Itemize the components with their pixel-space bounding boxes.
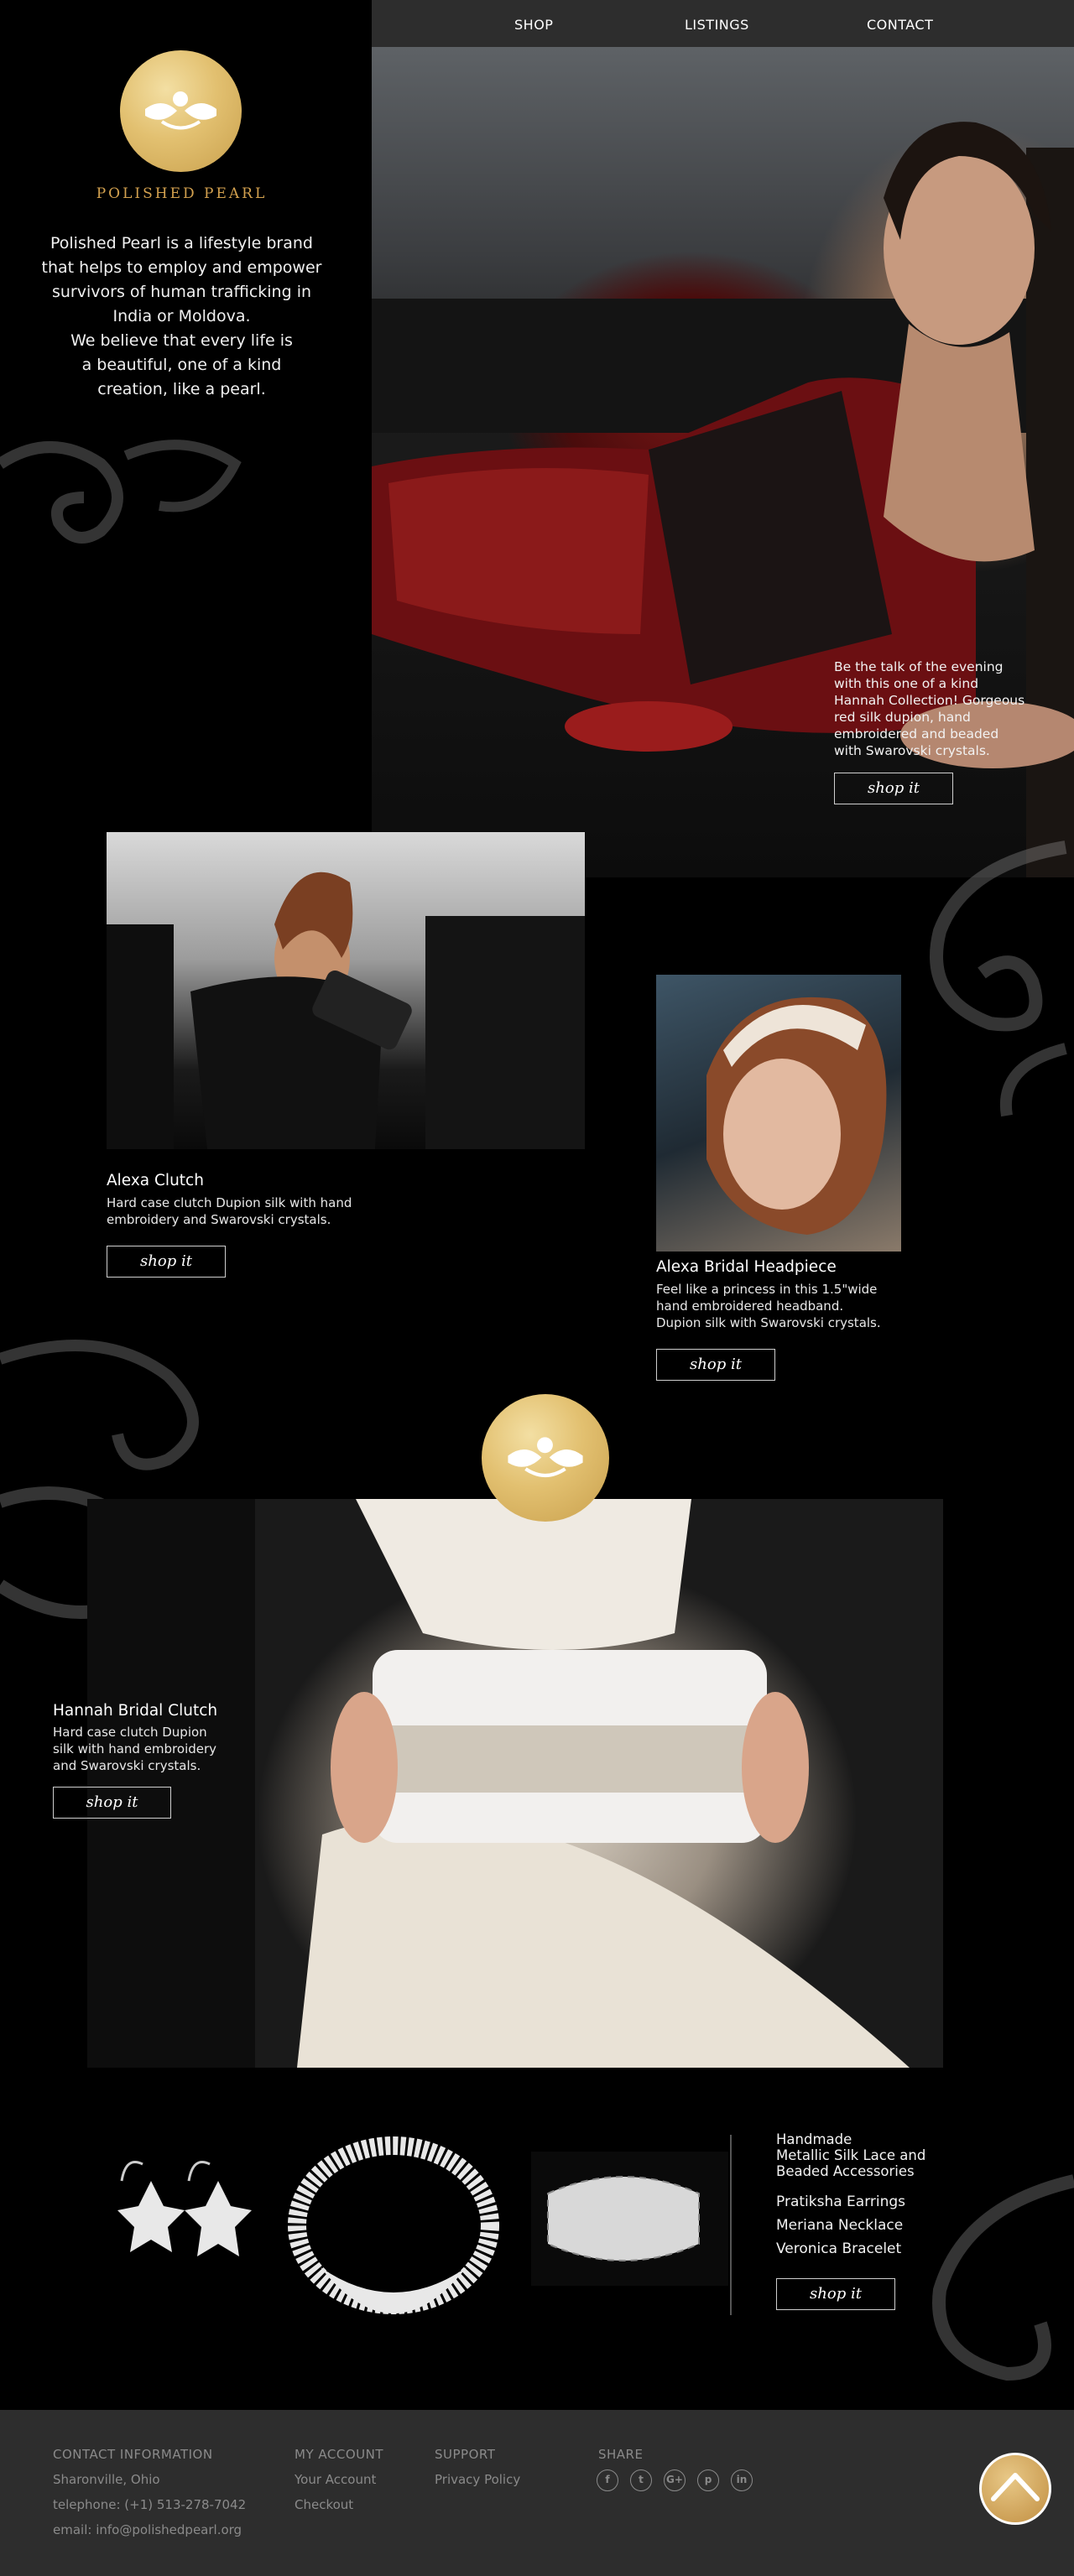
facebook-icon[interactable]: f: [597, 2469, 618, 2491]
hero-text-line: red silk dupion, hand: [834, 710, 971, 725]
hero-image: Be the talk of the evening with this one…: [372, 47, 1074, 877]
alexa-clutch-photo: [107, 832, 585, 1149]
mission-line: India or Moldova.: [112, 307, 251, 325]
checkout-link[interactable]: Checkout: [295, 2497, 353, 2512]
alexa-headpiece-title: Alexa Bridal Headpiece: [656, 1258, 837, 1276]
accessories-shop-button[interactable]: shop it: [776, 2278, 895, 2310]
pearl-logo-icon-center: [482, 1394, 609, 1522]
contact-location: Sharonville, Ohio: [53, 2472, 160, 2487]
brand-panel: POLISHED PEARL Polished Pearl is a lifes…: [0, 0, 372, 430]
alexa-headpiece-shop-button[interactable]: shop it: [656, 1349, 775, 1381]
brand-name: POLISHED PEARL: [96, 185, 268, 202]
desc-line: Hard case clutch Dupion: [53, 1725, 207, 1740]
accessory-link[interactable]: Pratiksha Earrings: [776, 2190, 905, 2214]
pearl-logo-icon[interactable]: [120, 50, 242, 172]
linkedin-icon[interactable]: in: [731, 2469, 753, 2491]
alexa-headpiece-photo: [656, 975, 901, 1252]
hero-shop-button[interactable]: shop it: [834, 773, 953, 804]
accessory-link[interactable]: Veronica Bracelet: [776, 2237, 905, 2261]
accessory-link[interactable]: Meriana Necklace: [776, 2214, 905, 2237]
google-plus-icon[interactable]: G+: [664, 2469, 686, 2491]
social-icons: f t G+ p in: [597, 2469, 764, 2491]
desc-line: Hard case clutch Dupion silk with hand: [107, 1195, 352, 1210]
your-account-link[interactable]: Your Account: [295, 2472, 376, 2487]
account-heading: MY ACCOUNT: [295, 2447, 383, 2462]
share-heading: SHARE: [598, 2447, 644, 2462]
heading-line: Beaded Accessories: [776, 2163, 915, 2179]
mission-line: creation, like a pearl.: [97, 380, 266, 398]
meriana-necklace-image: [288, 2136, 499, 2314]
alexa-clutch-description: Hard case clutch Dupion silk with hand e…: [107, 1194, 352, 1228]
veronica-bracelet-image: [531, 2152, 728, 2286]
mission-line: that helps to employ and empower: [41, 258, 322, 277]
divider: [730, 2135, 732, 2315]
top-nav: SHOP LISTINGS CONTACT: [372, 0, 1074, 47]
hero-text-line: Hannah Collection! Gorgeous: [834, 693, 1025, 708]
desc-line: and Swarovski crystals.: [53, 1758, 201, 1773]
accessories-heading: Handmade Metallic Silk Lace and Beaded A…: [776, 2131, 925, 2179]
hannah-clutch-shop-button[interactable]: shop it: [53, 1787, 171, 1819]
hannah-clutch-title: Hannah Bridal Clutch: [53, 1702, 218, 1720]
back-to-top-button[interactable]: [979, 2453, 1051, 2525]
hannah-clutch-photo: [87, 1499, 943, 2068]
hannah-clutch-description: Hard case clutch Dupion silk with hand e…: [53, 1724, 216, 1774]
nav-contact-link[interactable]: CONTACT: [867, 17, 933, 33]
twitter-icon[interactable]: t: [630, 2469, 652, 2491]
heading-line: Metallic Silk Lace and: [776, 2147, 926, 2163]
mission-line: We believe that every life is: [70, 331, 293, 350]
contact-heading: CONTACT INFORMATION: [53, 2447, 213, 2462]
heading-line: Handmade: [776, 2131, 852, 2147]
desc-line: silk with hand embroidery: [53, 1741, 217, 1756]
desc-line: hand embroidered headband.: [656, 1298, 844, 1314]
mission-line: Polished Pearl is a lifestyle brand: [50, 234, 313, 252]
alexa-headpiece-description: Feel like a princess in this 1.5"wide ha…: [656, 1281, 881, 1331]
mission-line: survivors of human trafficking in: [51, 283, 312, 301]
chevron-up-icon: [991, 2473, 1040, 2501]
hero-description: Be the talk of the evening with this one…: [834, 658, 1024, 759]
mission-statement: Polished Pearl is a lifestyle brand that…: [0, 232, 363, 402]
alexa-clutch-shop-button[interactable]: shop it: [107, 1246, 226, 1278]
contact-email[interactable]: email: info@polishedpearl.org: [53, 2522, 242, 2537]
pratiksha-earrings-image: [117, 2161, 252, 2256]
desc-line: Feel like a princess in this 1.5"wide: [656, 1282, 878, 1297]
decorative-swirl-left: [0, 440, 242, 544]
hero-text-line: Be the talk of the evening: [834, 659, 1004, 674]
contact-phone: telephone: (+1) 513-278-7042: [53, 2497, 247, 2512]
mission-line: a beautiful, one of a kind: [81, 356, 282, 374]
desc-line: Dupion silk with Swarovski crystals.: [656, 1315, 881, 1330]
desc-line: embroidery and Swarovski crystals.: [107, 1212, 331, 1227]
privacy-policy-link[interactable]: Privacy Policy: [435, 2472, 520, 2487]
alexa-clutch-title: Alexa Clutch: [107, 1172, 204, 1189]
support-heading: SUPPORT: [435, 2447, 496, 2462]
footer: CONTACT INFORMATION Sharonville, Ohio te…: [0, 2410, 1074, 2576]
hero-text-line: with Swarovski crystals.: [834, 743, 990, 758]
nav-listings-link[interactable]: LISTINGS: [685, 17, 749, 33]
hero-text-line: embroidered and beaded: [834, 726, 999, 742]
accessories-list: Pratiksha Earrings Meriana Necklace Vero…: [776, 2190, 905, 2261]
nav-shop-link[interactable]: SHOP: [514, 17, 553, 33]
hero-text-line: with this one of a kind: [834, 676, 979, 691]
pinterest-icon[interactable]: p: [697, 2469, 719, 2491]
